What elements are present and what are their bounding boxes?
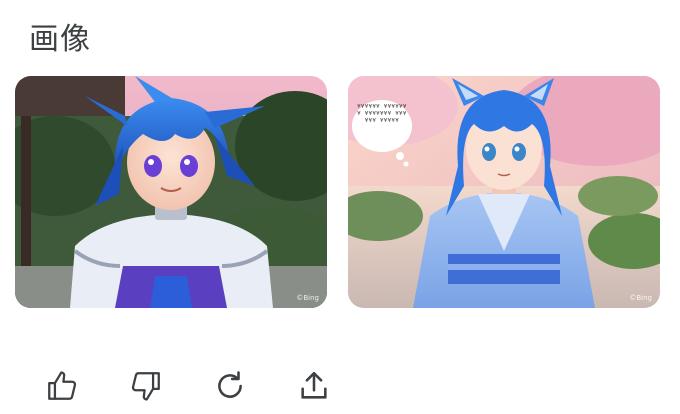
generated-image-2[interactable]: ¥¥¥¥¥¥ ¥¥¥¥¥¥¥ ¥¥¥¥¥¥¥ ¥¥¥¥¥¥ ¥¥¥¥¥ ©Bin…	[348, 76, 660, 308]
dislike-button[interactable]	[124, 366, 168, 406]
anime-character-illustration	[15, 76, 327, 308]
feedback-actions	[40, 366, 336, 406]
thumbs-up-icon	[48, 371, 77, 400]
refresh-icon	[218, 371, 242, 398]
watermark: ©Bing	[296, 294, 319, 302]
generated-image-1[interactable]: ©Bing	[15, 76, 327, 308]
watermark: ©Bing	[629, 294, 652, 302]
section-title: 画像	[29, 22, 91, 57]
like-button[interactable]	[40, 366, 84, 406]
thumbs-down-icon	[131, 372, 160, 401]
thought-bubble-text: ¥¥¥¥¥¥ ¥¥¥¥¥¥¥ ¥¥¥¥¥¥¥ ¥¥¥¥¥¥ ¥¥¥¥¥	[357, 104, 407, 124]
share-button[interactable]	[292, 366, 336, 406]
share-icon	[301, 371, 327, 399]
regenerate-button[interactable]	[208, 366, 252, 406]
